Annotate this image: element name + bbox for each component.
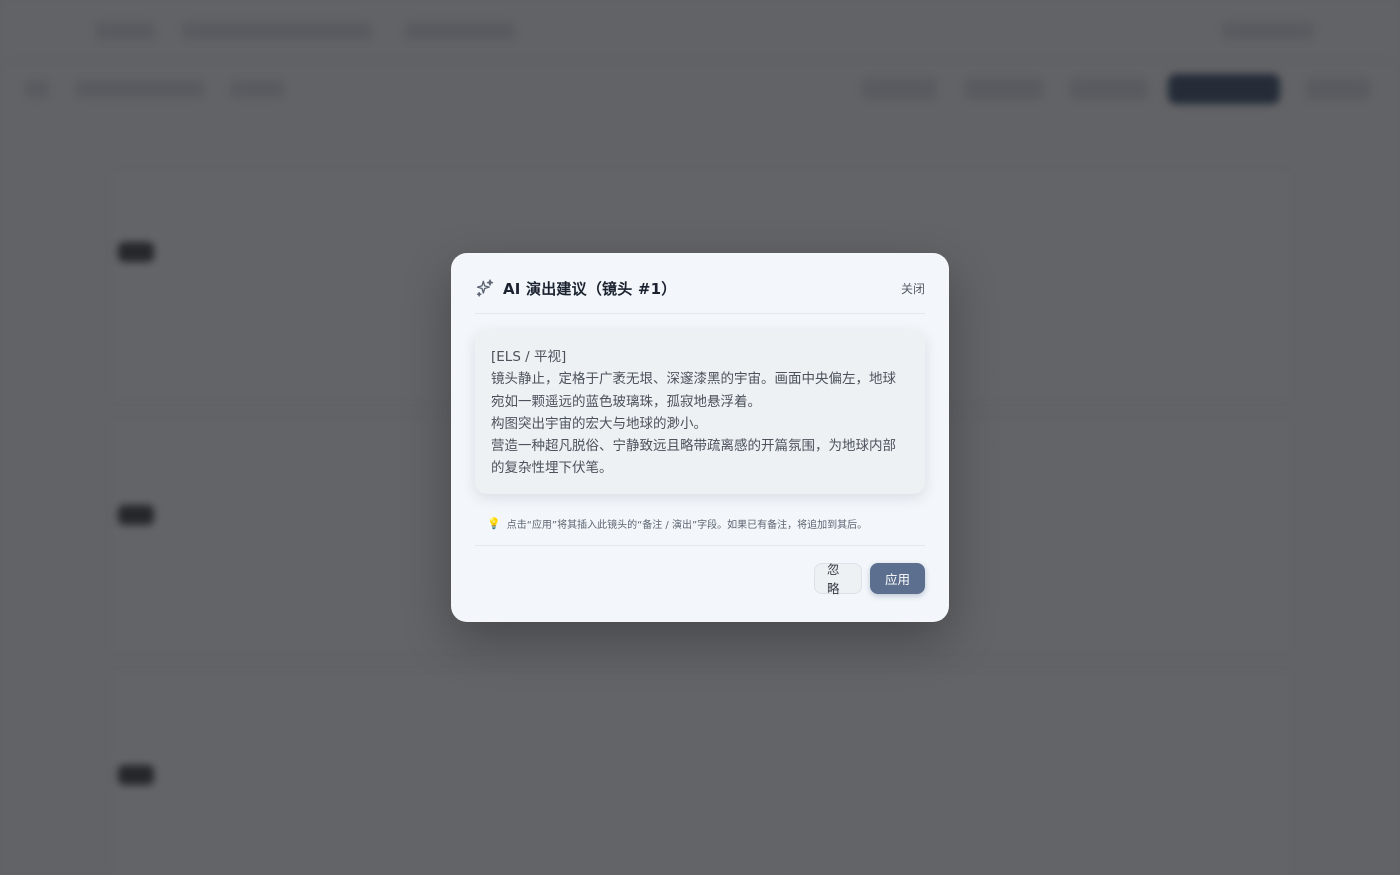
- hint-text: 点击“应用”将其插入此镜头的“备注 / 演出”字段。如果已有备注，将追加到其后。: [506, 519, 868, 531]
- sparkles-icon: [475, 278, 495, 298]
- apply-button[interactable]: 应用: [870, 562, 925, 594]
- dialog-footer: 忽略 应用: [475, 562, 925, 596]
- close-button[interactable]: 关闭: [901, 270, 925, 297]
- dialog-title: AI 演出建议（镜头 #1）: [503, 279, 677, 298]
- suggestion-line: 营造一种超凡脱俗、宁静致远且略带疏离感的开篇氛围，为地球内部的复杂性埋下伏笔。: [491, 438, 896, 477]
- suggestion-line: [ELS / 平视]: [491, 349, 567, 365]
- suggestion-line: 镜头静止，定格于广袤无垠、深邃漆黑的宇宙。画面中央偏左，地球宛如一颗遥远的蓝色玻…: [491, 371, 896, 410]
- dialog-header: AI 演出建议（镜头 #1） 关闭: [475, 253, 925, 314]
- dialog-title-group: AI 演出建议（镜头 #1）: [475, 268, 676, 299]
- lightbulb-icon: 💡: [487, 516, 501, 530]
- ai-suggestion-dialog: AI 演出建议（镜头 #1） 关闭 [ELS / 平视] 镜头静止，定格于广袤无…: [451, 253, 949, 622]
- hint-row: 💡 点击“应用”将其插入此镜头的“备注 / 演出”字段。如果已有备注，将追加到其…: [475, 516, 925, 546]
- suggestion-line: 构图突出宇宙的宏大与地球的渺小。: [491, 415, 707, 432]
- suggestion-text-box: [ELS / 平视] 镜头静止，定格于广袤无垠、深邃漆黑的宇宙。画面中央偏左，地…: [475, 330, 925, 494]
- ignore-button[interactable]: 忽略: [814, 562, 862, 596]
